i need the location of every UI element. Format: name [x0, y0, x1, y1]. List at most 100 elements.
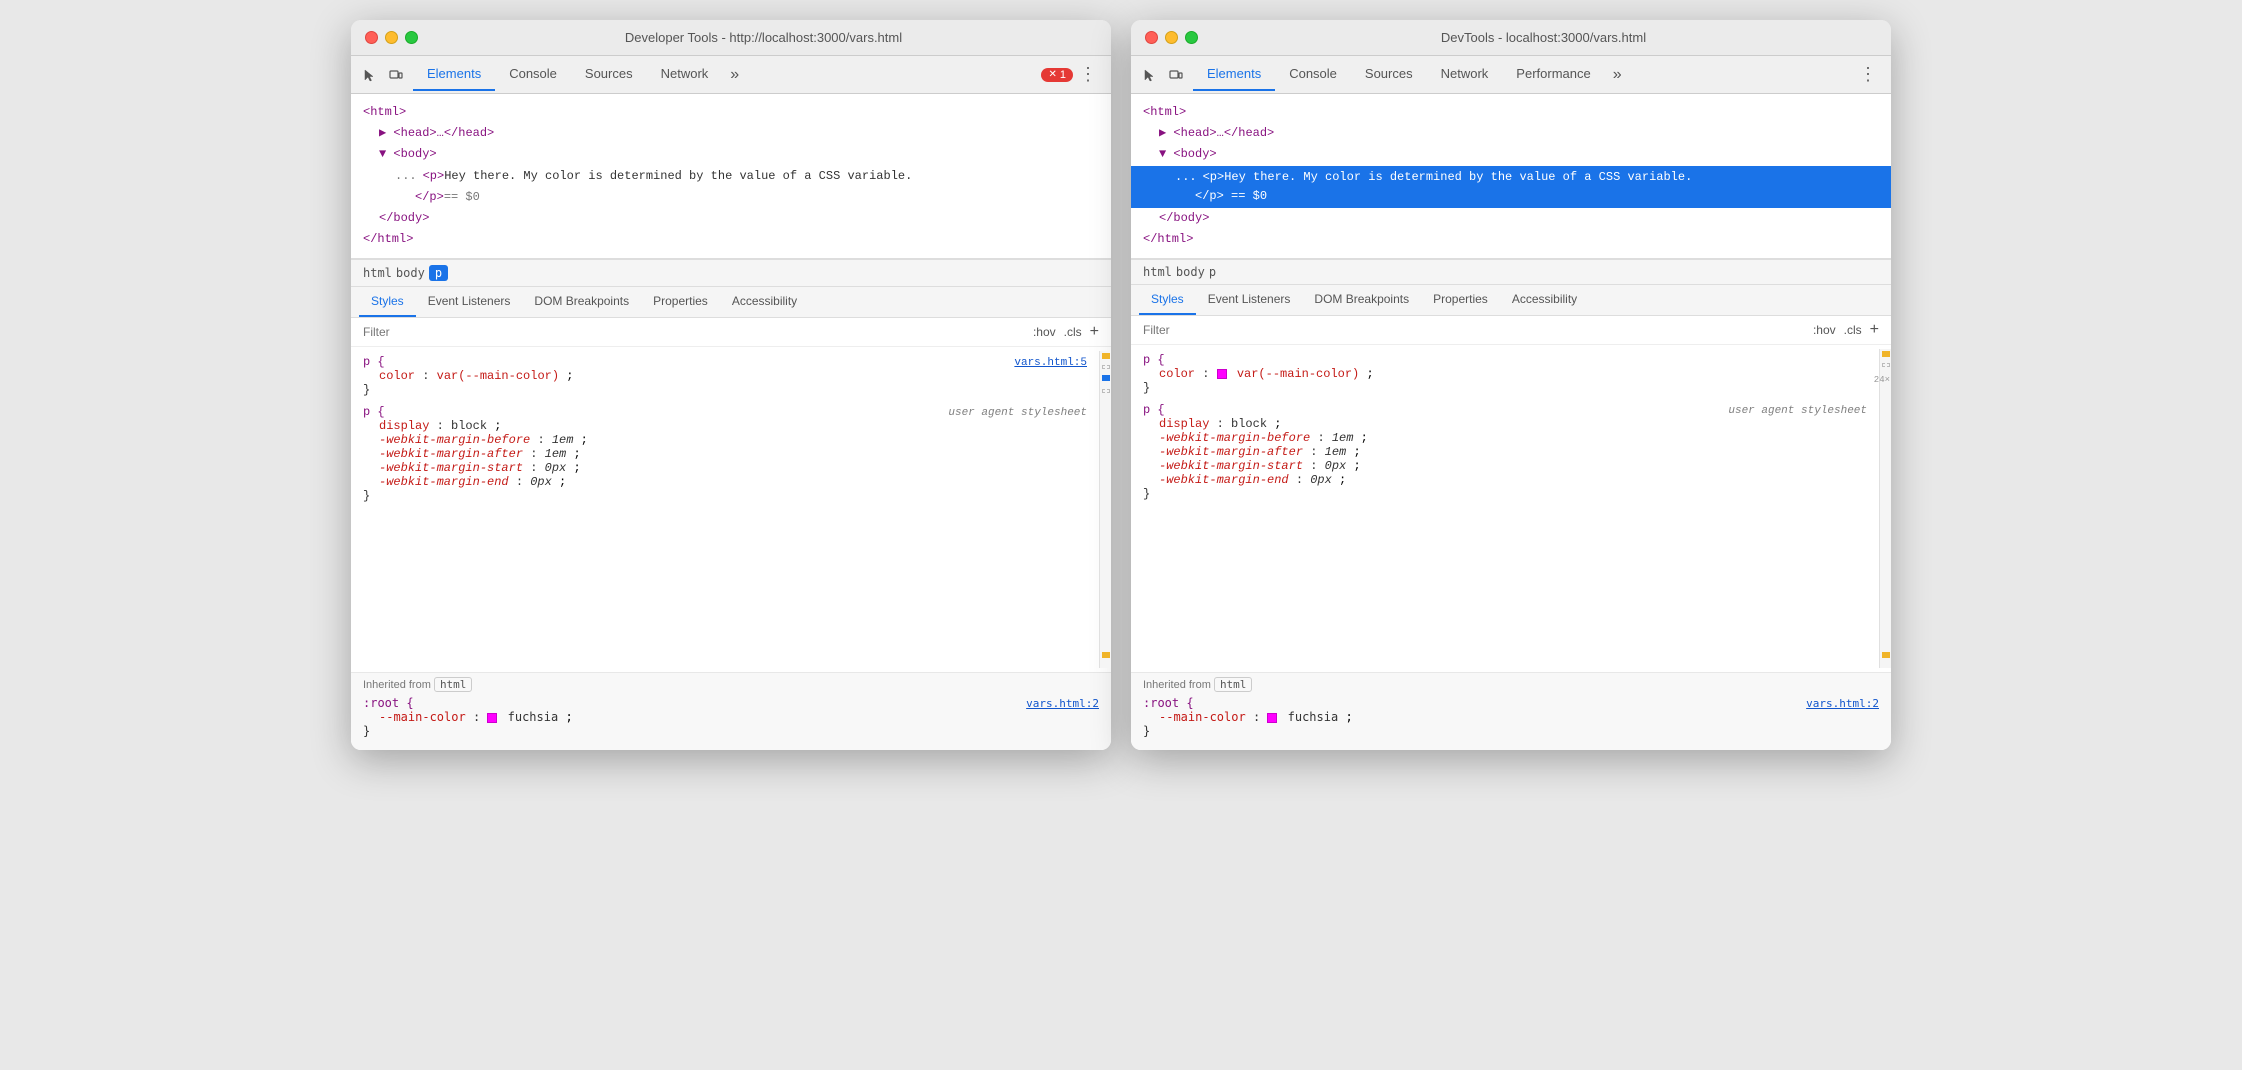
css-source-vars5[interactable]: vars.html:5: [1014, 357, 1087, 369]
dom-p-selected-right[interactable]: ... <p>Hey there. My color is determined…: [1131, 166, 1891, 208]
breadcrumb-p-right[interactable]: p: [1209, 265, 1216, 279]
breadcrumb-html-right[interactable]: html: [1143, 265, 1172, 279]
tab-console-right[interactable]: Console: [1275, 58, 1351, 91]
tab-elements-left[interactable]: Elements: [413, 58, 495, 91]
cls-button-right[interactable]: .cls: [1844, 323, 1862, 337]
devtools-left: Developer Tools - http://localhost:3000/…: [351, 20, 1111, 750]
css-prop-webkit-ms-right[interactable]: -webkit-margin-start: [1159, 459, 1303, 473]
breadcrumb-body-right[interactable]: body: [1176, 265, 1205, 279]
dom-html-close: </html>: [363, 229, 1099, 250]
tab-dom-breakpoints-right[interactable]: DOM Breakpoints: [1302, 285, 1421, 315]
css-rule-p-color: p { vars.html:5 color : var(--main-color…: [363, 355, 1087, 397]
dom-tree-right: <html> ▶ <head>…</head> ▼ <body> ... <p>…: [1131, 94, 1891, 259]
toolbar-right: Elements Console Sources Network Perform…: [1131, 56, 1891, 94]
maximize-button-right[interactable]: [1185, 31, 1198, 44]
tab-console-left[interactable]: Console: [495, 58, 571, 91]
hov-button-right[interactable]: :hov: [1813, 323, 1836, 337]
hov-button-left[interactable]: :hov: [1033, 325, 1056, 339]
tab-dom-breakpoints-left[interactable]: DOM Breakpoints: [522, 287, 641, 317]
css-prop-color[interactable]: color: [379, 369, 415, 383]
css-prop-webkit-me-right[interactable]: -webkit-margin-end: [1159, 473, 1289, 487]
css-rule-p-useragent-right: p { user agent stylesheet display : bloc…: [1143, 403, 1867, 501]
breadcrumb-p[interactable]: p: [429, 265, 448, 281]
css-prop-webkit-margin-before[interactable]: -webkit-margin-before: [379, 433, 530, 447]
css-prop-display[interactable]: display: [379, 419, 429, 433]
inherited-label-right: Inherited from: [1143, 679, 1211, 691]
breadcrumb-html[interactable]: html: [363, 266, 392, 280]
dom-p-close[interactable]: </p> == $0: [363, 187, 1099, 208]
dom-html-close-right: </html>: [1143, 229, 1879, 250]
tab-event-listeners-right[interactable]: Event Listeners: [1196, 285, 1303, 315]
css-source-root-right[interactable]: vars.html:2: [1806, 697, 1879, 710]
filter-input-right[interactable]: [1143, 323, 1805, 337]
dom-p-selected[interactable]: ... <p>Hey there. My color is determined…: [363, 166, 1099, 187]
minimize-button-left[interactable]: [385, 31, 398, 44]
dom-body-right[interactable]: ▼ <body>: [1143, 144, 1879, 165]
css-scrollbar-right[interactable]: 24×: [1879, 349, 1891, 668]
toolbar-icons-right: [1139, 64, 1187, 86]
tab-elements-right[interactable]: Elements: [1193, 58, 1275, 91]
add-style-left[interactable]: +: [1090, 323, 1099, 341]
device-icon-right[interactable]: [1165, 64, 1187, 86]
tab-accessibility-right[interactable]: Accessibility: [1500, 285, 1589, 315]
more-options-right[interactable]: ⋮: [1853, 60, 1883, 89]
css-value-color[interactable]: var(--main-color): [437, 369, 559, 383]
close-button-left[interactable]: [365, 31, 378, 44]
css-prop-main-color-right[interactable]: --main-color: [1159, 710, 1246, 724]
tab-properties-right[interactable]: Properties: [1421, 285, 1500, 315]
tab-styles-right[interactable]: Styles: [1139, 285, 1196, 315]
scrollbar-marker-dashed-right: [1882, 363, 1890, 367]
styles-controls-left: :hov .cls +: [1033, 323, 1099, 341]
minimize-button-right[interactable]: [1165, 31, 1178, 44]
cls-button-left[interactable]: .cls: [1064, 325, 1082, 339]
tab-sources-right[interactable]: Sources: [1351, 58, 1427, 91]
dom-head-right[interactable]: ▶ <head>…</head>: [1143, 123, 1879, 144]
css-value-color-right[interactable]: var(--main-color): [1237, 367, 1359, 381]
device-icon[interactable]: [385, 64, 407, 86]
tab-performance-right[interactable]: Performance: [1502, 58, 1604, 91]
inherited-section-right: Inherited from html :root { vars.html:2 …: [1131, 672, 1891, 750]
css-prop-webkit-margin-start[interactable]: -webkit-margin-start: [379, 461, 523, 475]
tab-accessibility-left[interactable]: Accessibility: [720, 287, 809, 317]
scrollbar-marker-dashed-left: [1102, 365, 1110, 369]
tab-sources-left[interactable]: Sources: [571, 58, 647, 91]
css-prop-webkit-ma-right[interactable]: -webkit-margin-after: [1159, 445, 1303, 459]
css-prop-webkit-mb-right[interactable]: -webkit-margin-before: [1159, 431, 1310, 445]
more-tabs-right[interactable]: »: [1605, 60, 1630, 90]
cursor-icon-right[interactable]: [1139, 64, 1161, 86]
scrollbar-marker-yellow-right: [1882, 351, 1890, 357]
tab-event-listeners-left[interactable]: Event Listeners: [416, 287, 523, 317]
css-prop-main-color-left[interactable]: --main-color: [379, 710, 466, 724]
inherited-tag-left[interactable]: html: [434, 677, 473, 692]
css-value-webkit-ma: 1em: [545, 447, 567, 461]
dom-body[interactable]: ▼ <body>: [363, 144, 1099, 165]
inherited-tag-right[interactable]: html: [1214, 677, 1253, 692]
css-value-webkit-mb-right: 1em: [1332, 431, 1354, 445]
css-prop-webkit-margin-end[interactable]: -webkit-margin-end: [379, 475, 509, 489]
dom-head[interactable]: ▶ <head>…</head>: [363, 123, 1099, 144]
window-title-right: DevTools - localhost:3000/vars.html: [1210, 30, 1877, 45]
css-rules-left: p { vars.html:5 color : var(--main-color…: [351, 351, 1099, 668]
css-scrollbar-left[interactable]: [1099, 351, 1111, 668]
css-rules-right: p { color : var(--main-color) ; } p {: [1131, 349, 1879, 668]
css-prop-color-right[interactable]: color: [1159, 367, 1195, 381]
tab-properties-left[interactable]: Properties: [641, 287, 720, 317]
filter-input-left[interactable]: [363, 325, 1025, 339]
main-tabs-right: Elements Console Sources Network Perform…: [1193, 58, 1853, 91]
more-tabs-left[interactable]: »: [722, 60, 747, 90]
close-button-right[interactable]: [1145, 31, 1158, 44]
css-prop-webkit-margin-after[interactable]: -webkit-margin-after: [379, 447, 523, 461]
css-prop-display-right[interactable]: display: [1159, 417, 1209, 431]
scrollbar-marker-yellow2-left: [1102, 652, 1110, 658]
css-source-ua: user agent stylesheet: [948, 407, 1087, 419]
more-options-left[interactable]: ⋮: [1073, 60, 1103, 89]
add-style-right[interactable]: +: [1870, 321, 1879, 339]
tab-network-left[interactable]: Network: [647, 58, 723, 91]
breadcrumb-body[interactable]: body: [396, 266, 425, 280]
tab-network-right[interactable]: Network: [1427, 58, 1503, 91]
error-count: 1: [1060, 69, 1066, 81]
maximize-button-left[interactable]: [405, 31, 418, 44]
cursor-icon[interactable]: [359, 64, 381, 86]
tab-styles-left[interactable]: Styles: [359, 287, 416, 317]
css-source-root-left[interactable]: vars.html:2: [1026, 697, 1099, 710]
